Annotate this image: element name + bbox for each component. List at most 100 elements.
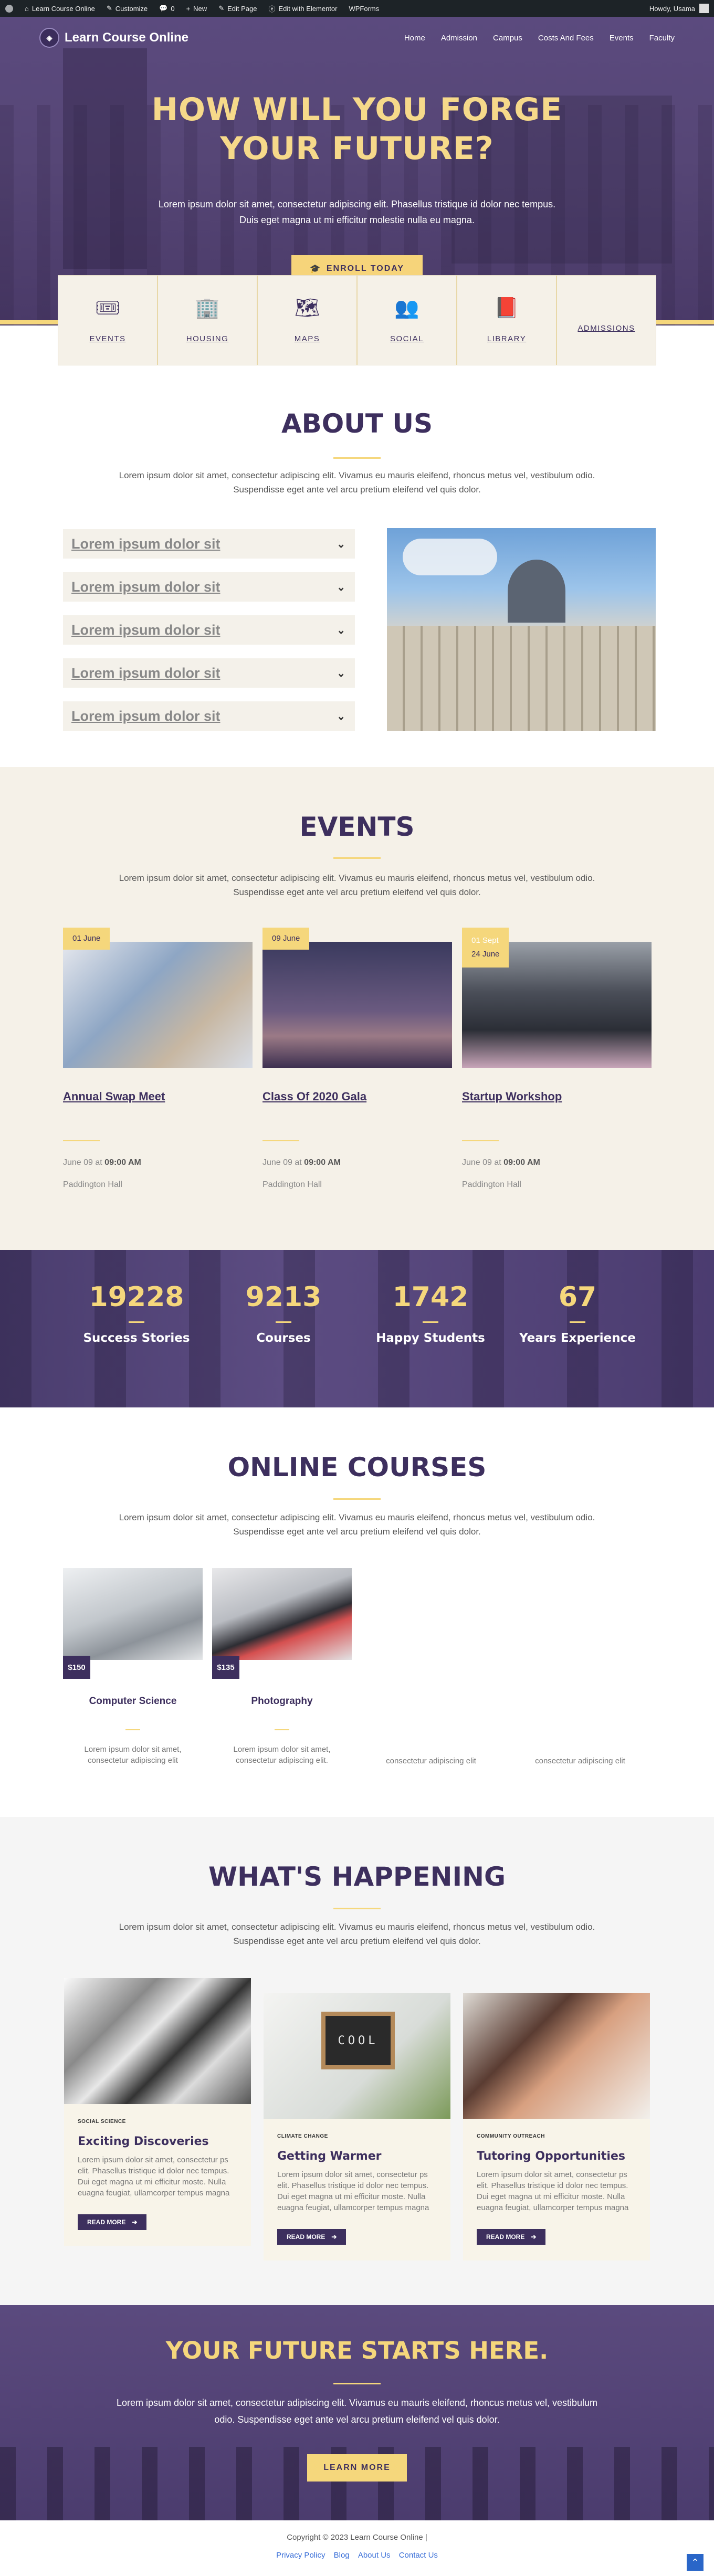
quicklink-housing[interactable]: 🏢 HOUSING (158, 276, 258, 365)
stat-label: Happy Students (376, 1331, 485, 1345)
event-card: 09 June Class Of 2020 Gala June 09 at 09… (262, 928, 452, 1190)
cta-title: YOUR FUTURE STARTS HERE. (165, 2337, 549, 2364)
course-card[interactable]: $135 Photography Lorem ipsum dolor sit a… (212, 1568, 352, 1766)
main-nav: Home Admission Campus Costs And Fees Eve… (404, 34, 675, 43)
read-more-button[interactable]: READ MORE ➔ (277, 2229, 346, 2245)
events-section: EVENTS Lorem ipsum dolor sit amet, conse… (0, 767, 714, 1250)
plus-icon: + (186, 4, 191, 13)
image-cloud (403, 539, 497, 575)
course-title: Computer Science (89, 1696, 177, 1707)
users-icon: 👥 (394, 297, 419, 319)
course-card[interactable]: consectetur adipiscing elit (361, 1568, 501, 1767)
read-more-label: READ MORE (486, 2233, 525, 2241)
accordion-item[interactable]: Lorem ipsum dolor sit ⌄ (63, 658, 355, 688)
ticket-icon: 🎟 (94, 297, 121, 319)
read-more-button[interactable]: READ MORE ➔ (477, 2229, 546, 2245)
learn-more-button[interactable]: LEARN MORE (307, 2454, 407, 2482)
events-text: Lorem ipsum dolor sit amet, consectetur … (119, 873, 595, 897)
footer-link-about[interactable]: About Us (358, 2551, 391, 2560)
news-card-title: Tutoring Opportunities (477, 2150, 625, 2163)
site-logo[interactable]: ◈ Learn Course Online (39, 28, 188, 48)
quicklink-label: SOCIAL (390, 334, 424, 343)
accordion-item[interactable]: Lorem ipsum dolor sit ⌄ (63, 572, 355, 602)
news-section: WHAT'S HAPPENING Lorem ipsum dolor sit a… (0, 1817, 714, 2305)
admin-elementor-link[interactable]: ⓔ Edit with Elementor (268, 4, 337, 14)
accordion-item[interactable]: Lorem ipsum dolor sit ⌄ (63, 615, 355, 645)
event-time-value: 09:00 AM (503, 1158, 540, 1167)
event-date-main: 24 June (471, 950, 500, 959)
quicklink-admissions[interactable]: ADMISSIONS (557, 276, 656, 365)
accordion-title: Lorem ipsum dolor sit (71, 708, 220, 724)
nav-faculty[interactable]: Faculty (649, 34, 675, 43)
chevron-down-icon: ⌄ (337, 667, 345, 679)
news-image: COOL (264, 1993, 450, 2119)
event-title-link[interactable]: Class Of 2020 Gala (262, 1090, 452, 1103)
read-more-button[interactable]: READ MORE ➔ (78, 2214, 147, 2230)
news-card-title: Exciting Discoveries (78, 2135, 209, 2148)
event-divider (262, 1140, 299, 1141)
footer-link-blog[interactable]: Blog (334, 2551, 350, 2560)
event-title-link[interactable]: Annual Swap Meet (63, 1090, 253, 1103)
admin-edit-page-link[interactable]: ✎ Edit Page (218, 4, 257, 13)
events-title-underline (333, 857, 381, 859)
event-date-badge: 09 June (262, 928, 310, 950)
quicklink-label: HOUSING (186, 334, 229, 343)
admin-comments-link[interactable]: 💬 0 (159, 4, 174, 13)
about-title-underline (333, 457, 381, 459)
arrow-right-icon: ➔ (531, 2233, 537, 2241)
news-card-text: Lorem ipsum dolor sit amet, consectetur … (477, 2170, 629, 2212)
quicklink-social[interactable]: 👥 SOCIAL (358, 276, 457, 365)
quicklink-maps[interactable]: 🗺 MAPS (258, 276, 358, 365)
event-time-value: 09:00 AM (304, 1158, 341, 1167)
nav-campus[interactable]: Campus (493, 34, 522, 43)
chevron-down-icon: ⌄ (337, 624, 345, 636)
admin-new-link[interactable]: + New (186, 5, 207, 13)
chevron-down-icon: ⌄ (337, 710, 345, 722)
nav-admission[interactable]: Admission (441, 34, 477, 43)
wordpress-logo[interactable] (5, 4, 13, 13)
accordion-item[interactable]: Lorem ipsum dolor sit ⌄ (63, 701, 355, 731)
news-card-title: Getting Warmer (277, 2150, 382, 2163)
nav-costs-and-fees[interactable]: Costs And Fees (538, 34, 594, 43)
stat-divider (423, 1321, 438, 1323)
quicklink-label: EVENTS (89, 334, 126, 343)
comment-icon: 💬 (159, 4, 168, 12)
admin-customize-link[interactable]: ✎ Customize (107, 4, 148, 13)
admin-account[interactable]: Howdy, Usama (649, 4, 709, 13)
course-text: Lorem ipsum dolor sit amet, consectetur … (84, 1745, 182, 1765)
course-card[interactable]: consectetur adipiscing elit (510, 1568, 650, 1767)
event-title-link[interactable]: Startup Workshop (462, 1090, 652, 1103)
hero-title-line-1: HOW WILL YOU FORGE (151, 91, 563, 128)
admin-wpforms-link[interactable]: WPForms (349, 5, 379, 13)
footer-link-contact[interactable]: Contact Us (399, 2551, 438, 2560)
course-title: Photography (251, 1696, 313, 1707)
news-category: CLIMATE CHANGE (277, 2133, 328, 2139)
accordion-item[interactable]: Lorem ipsum dolor sit ⌄ (63, 529, 355, 559)
accordion-title: Lorem ipsum dolor sit (71, 535, 220, 552)
stat-item: 9213 Courses (210, 1281, 357, 1345)
news-title-underline (333, 1908, 381, 1909)
read-more-label: READ MORE (87, 2218, 126, 2226)
stat-number: 9213 (245, 1281, 322, 1313)
avatar (699, 4, 709, 13)
event-place: Paddington Hall (462, 1180, 521, 1189)
news-title: WHAT'S HAPPENING (208, 1862, 506, 1892)
cta-title-underline (333, 2383, 381, 2384)
course-text: consectetur adipiscing elit (386, 1757, 476, 1765)
news-card: COOL CLIMATE CHANGE Getting Warmer Lorem… (264, 1993, 450, 2260)
quicklink-library[interactable]: 📕 LIBRARY (457, 276, 557, 365)
course-card[interactable]: $150 Computer Science Lorem ipsum dolor … (63, 1568, 203, 1766)
quicklink-events[interactable]: 🎟 EVENTS (58, 276, 158, 365)
admin-site-link[interactable]: ⌂ Learn Course Online (25, 5, 95, 13)
quick-links: 🎟 EVENTS 🏢 HOUSING 🗺 MAPS 👥 SOCIAL 📕 LIBRARY … (58, 275, 656, 365)
news-category: SOCIAL SCIENCE (78, 2119, 126, 2125)
arrow-right-icon: ➔ (331, 2233, 337, 2241)
footer-link-privacy[interactable]: Privacy Policy (276, 2551, 325, 2560)
campus-building-image (387, 528, 656, 731)
nav-home[interactable]: Home (404, 34, 425, 43)
stat-divider (129, 1321, 144, 1323)
scroll-to-top-button[interactable]: ⌃ (687, 2554, 704, 2571)
read-more-label: READ MORE (287, 2233, 326, 2241)
map-icon: 🗺 (294, 297, 320, 319)
nav-events[interactable]: Events (610, 34, 634, 43)
